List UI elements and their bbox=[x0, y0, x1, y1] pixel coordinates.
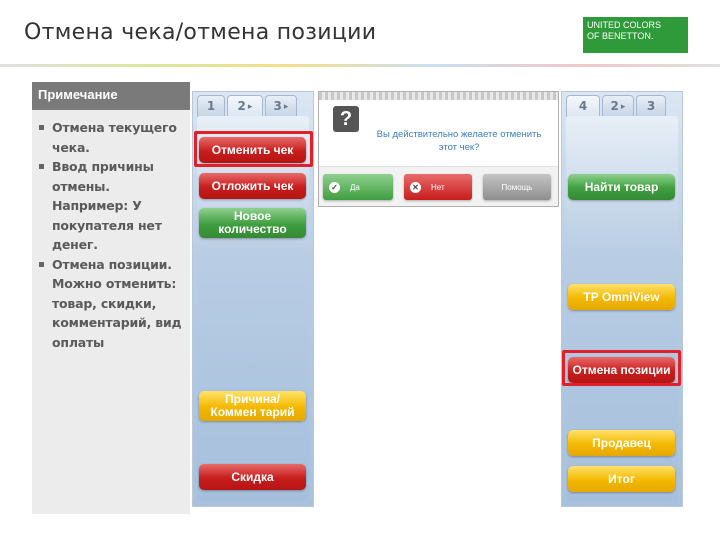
tab-2[interactable]: 2 ▸ bbox=[602, 95, 634, 117]
dialog-no-label: Нет bbox=[431, 182, 445, 192]
tab-label: 1 bbox=[206, 99, 216, 113]
tab-label: 4 bbox=[578, 99, 588, 113]
note-item: Отмена позиции. Можно отменить: товар, с… bbox=[38, 255, 184, 353]
dialog-top-bar bbox=[319, 92, 558, 100]
dialog-help-button[interactable]: Помощь bbox=[483, 174, 551, 200]
question-icon: ? bbox=[333, 106, 359, 132]
cancel-icon: ✕ bbox=[410, 181, 421, 193]
new-quantity-button[interactable]: Новое количество bbox=[199, 208, 306, 238]
tab-arrow-icon: ▸ bbox=[247, 101, 253, 112]
brand-logo: UNITED COLORS OF BENETTON. bbox=[583, 17, 688, 53]
pos-tabs-right: 4 2 ▸ 3 bbox=[562, 92, 682, 117]
reason-comment-button[interactable]: Причина/Коммен тарий bbox=[199, 391, 306, 421]
find-item-button[interactable]: Найти товар bbox=[568, 174, 675, 200]
tab-3[interactable]: 3 ▸ bbox=[265, 95, 297, 117]
tab-1[interactable]: 1 bbox=[197, 95, 225, 117]
tab-2[interactable]: 2 ▸ bbox=[227, 95, 263, 117]
total-button[interactable]: Итог bbox=[568, 466, 675, 492]
page-title: Отмена чека/отмена позиции bbox=[24, 20, 377, 45]
discount-button[interactable]: Скидка bbox=[199, 464, 306, 490]
dialog-question: Вы действительно желаете отменить этот ч… bbox=[376, 129, 542, 153]
logo-line-1: UNITED COLORS bbox=[587, 20, 662, 30]
note-item: Ввод причины отмены. Например: У покупат… bbox=[38, 157, 184, 255]
dialog-yes-label: Да bbox=[350, 182, 360, 192]
seller-button[interactable]: Продавец bbox=[568, 430, 675, 456]
notes-heading: Примечание bbox=[32, 82, 190, 110]
logo-line-2: OF BENETTON. bbox=[587, 31, 654, 41]
tab-4[interactable]: 4 bbox=[566, 95, 600, 117]
check-icon: ✓ bbox=[329, 181, 340, 193]
notes-list: Отмена текущего чека. Ввод причины отмен… bbox=[32, 110, 190, 352]
tab-label: 3 bbox=[646, 99, 656, 113]
highlight-cancel-position bbox=[562, 350, 681, 386]
header-divider bbox=[0, 64, 720, 67]
postpone-check-button[interactable]: Отложить чек bbox=[199, 173, 306, 199]
dialog-yes-button[interactable]: ✓ Да bbox=[323, 174, 393, 200]
tab-label: 2 bbox=[610, 99, 619, 113]
dialog-no-button[interactable]: ✕ Нет bbox=[404, 174, 472, 200]
pos-tabs-left: 1 2 ▸ 3 ▸ bbox=[193, 92, 313, 117]
notes-panel: Примечание Отмена текущего чека. Ввод пр… bbox=[32, 82, 190, 514]
highlight-cancel-check bbox=[194, 131, 313, 167]
note-item: Отмена текущего чека. bbox=[38, 118, 184, 157]
tab-label: 3 bbox=[273, 99, 282, 113]
slide: Отмена чека/отмена позиции UNITED COLORS… bbox=[0, 0, 720, 540]
dialog-help-label: Помощь bbox=[501, 182, 533, 192]
tab-arrow-icon: ▸ bbox=[283, 101, 289, 112]
tab-arrow-icon: ▸ bbox=[620, 101, 626, 112]
tab-label: 2 bbox=[237, 99, 246, 113]
tp-omniview-button[interactable]: TP OmniView bbox=[568, 284, 675, 310]
tab-3[interactable]: 3 bbox=[636, 95, 666, 117]
